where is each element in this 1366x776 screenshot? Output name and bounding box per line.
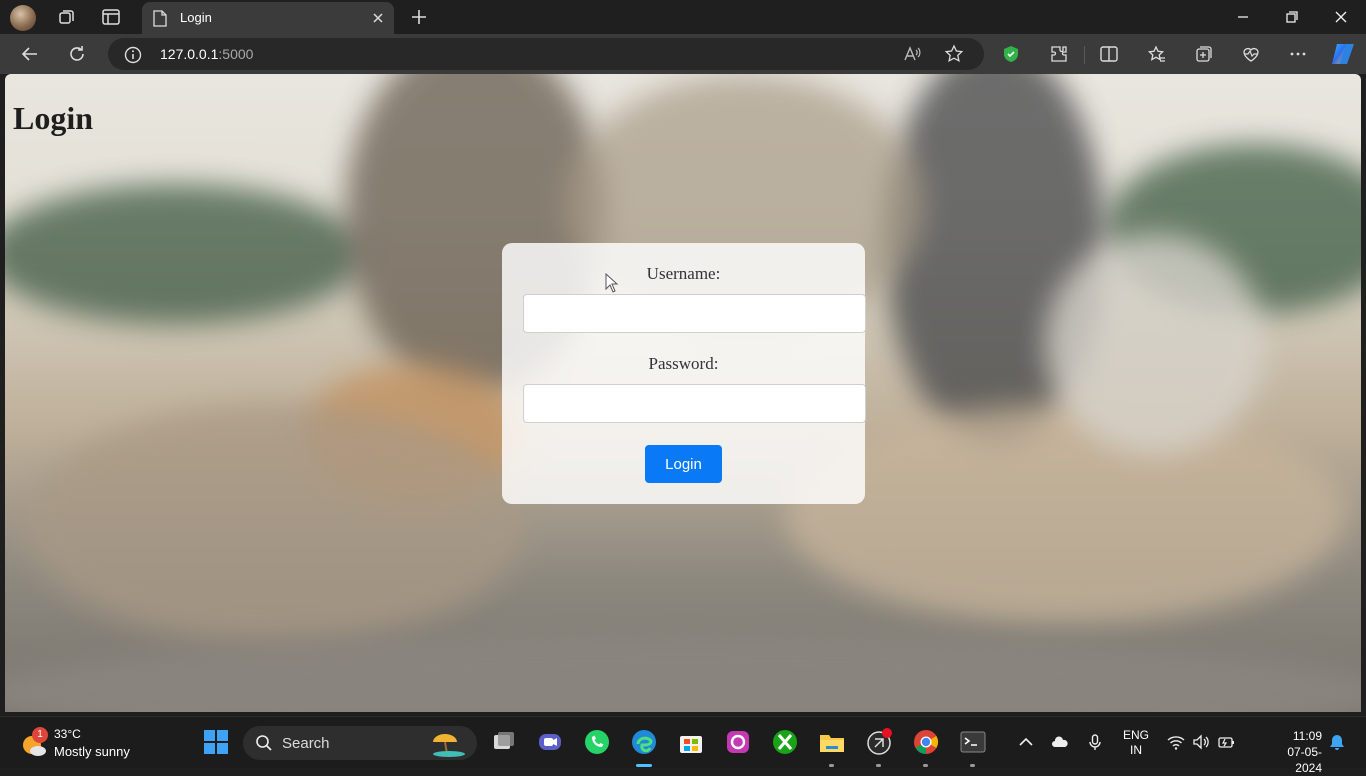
taskbar-search-box[interactable]: Search <box>243 726 477 760</box>
split-screen-icon[interactable] <box>1099 44 1119 64</box>
login-button[interactable]: Login <box>645 445 722 483</box>
address-bar[interactable]: 127.0.0.1:5000 <box>108 38 984 70</box>
whatsapp-icon[interactable] <box>583 728 611 756</box>
shield-extension-icon[interactable] <box>1001 44 1021 64</box>
battery-icon[interactable] <box>1217 733 1235 751</box>
close-window-icon[interactable] <box>1332 8 1350 26</box>
read-aloud-icon[interactable] <box>902 44 922 64</box>
new-tab-icon[interactable] <box>409 7 429 27</box>
edge-browser-icon[interactable] <box>630 728 658 756</box>
microsoft-store-icon[interactable] <box>677 728 705 756</box>
browser-essentials-icon[interactable] <box>1241 44 1261 64</box>
volume-icon[interactable] <box>1192 733 1210 751</box>
weather-temperature: 33°C <box>54 727 81 741</box>
windows-start-icon[interactable] <box>202 728 230 756</box>
running-app-indicator <box>970 764 975 767</box>
page-viewport: Login Username: Password: Login <box>5 74 1361 712</box>
back-icon[interactable] <box>20 44 40 64</box>
github-desktop-icon[interactable] <box>865 728 893 756</box>
collections-icon[interactable] <box>1194 44 1214 64</box>
weather-condition: Mostly sunny <box>54 744 130 759</box>
browser-toolbar: 127.0.0.1:5000 <box>0 34 1366 74</box>
terminal-icon[interactable] <box>959 728 987 756</box>
close-tab-icon[interactable] <box>370 10 386 26</box>
running-app-indicator <box>923 764 928 767</box>
restore-icon[interactable] <box>1283 8 1301 26</box>
file-explorer-icon[interactable] <box>818 728 846 756</box>
weather-notification-badge: 1 <box>32 727 48 743</box>
more-options-icon[interactable] <box>1288 44 1308 64</box>
weather-widget[interactable]: 1 33°C Mostly sunny <box>20 727 190 761</box>
favorites-icon[interactable] <box>1147 44 1167 64</box>
chrome-icon[interactable] <box>912 728 940 756</box>
extensions-icon[interactable] <box>1049 44 1069 64</box>
password-label: Password: <box>648 354 719 373</box>
tab-title: Login <box>180 10 212 25</box>
browser-titlebar: Login <box>0 0 1366 34</box>
active-app-indicator <box>636 764 652 767</box>
mouse-cursor-icon <box>605 273 619 293</box>
tab-login[interactable]: Login <box>142 2 394 34</box>
refresh-icon[interactable] <box>67 44 87 64</box>
system-clock[interactable]: 11:09 07-05-2024 <box>1268 728 1322 776</box>
page-title: Login <box>13 100 94 136</box>
running-app-indicator <box>876 764 881 767</box>
windows-taskbar: 1 33°C Mostly sunny Search ENG IN 11:09 07… <box>0 716 1366 775</box>
page-icon <box>153 10 167 27</box>
notification-bell-icon[interactable] <box>1328 733 1346 751</box>
username-input[interactable] <box>523 294 866 333</box>
search-icon <box>256 735 272 751</box>
password-input[interactable] <box>523 384 866 423</box>
workspaces-icon[interactable] <box>57 7 77 27</box>
onedrive-cloud-icon[interactable] <box>1051 733 1069 751</box>
url-text[interactable]: 127.0.0.1:5000 <box>160 46 253 62</box>
favorite-star-icon[interactable] <box>944 44 964 64</box>
tab-actions-icon[interactable] <box>101 7 121 27</box>
task-view-icon[interactable] <box>490 728 518 756</box>
wifi-icon[interactable] <box>1167 733 1185 751</box>
profile-avatar[interactable] <box>10 5 36 31</box>
show-hidden-icons-chevron-icon[interactable] <box>1017 733 1035 751</box>
site-info-icon[interactable] <box>124 46 142 64</box>
microphone-icon[interactable] <box>1086 733 1104 751</box>
teams-meet-icon[interactable] <box>536 728 564 756</box>
copilot-icon[interactable] <box>1330 42 1356 66</box>
xbox-icon[interactable] <box>771 728 799 756</box>
toolbar-divider <box>1084 46 1085 64</box>
login-form: Username: Password: Login <box>502 243 866 504</box>
search-highlight-beach-icon <box>433 734 465 757</box>
search-label: Search <box>282 735 330 752</box>
input-language-indicator[interactable]: ENG IN <box>1122 728 1150 758</box>
app-accent-icon[interactable] <box>724 728 752 756</box>
username-label: Username: <box>646 264 721 283</box>
running-app-indicator <box>829 764 834 767</box>
minimize-icon[interactable] <box>1234 8 1252 26</box>
